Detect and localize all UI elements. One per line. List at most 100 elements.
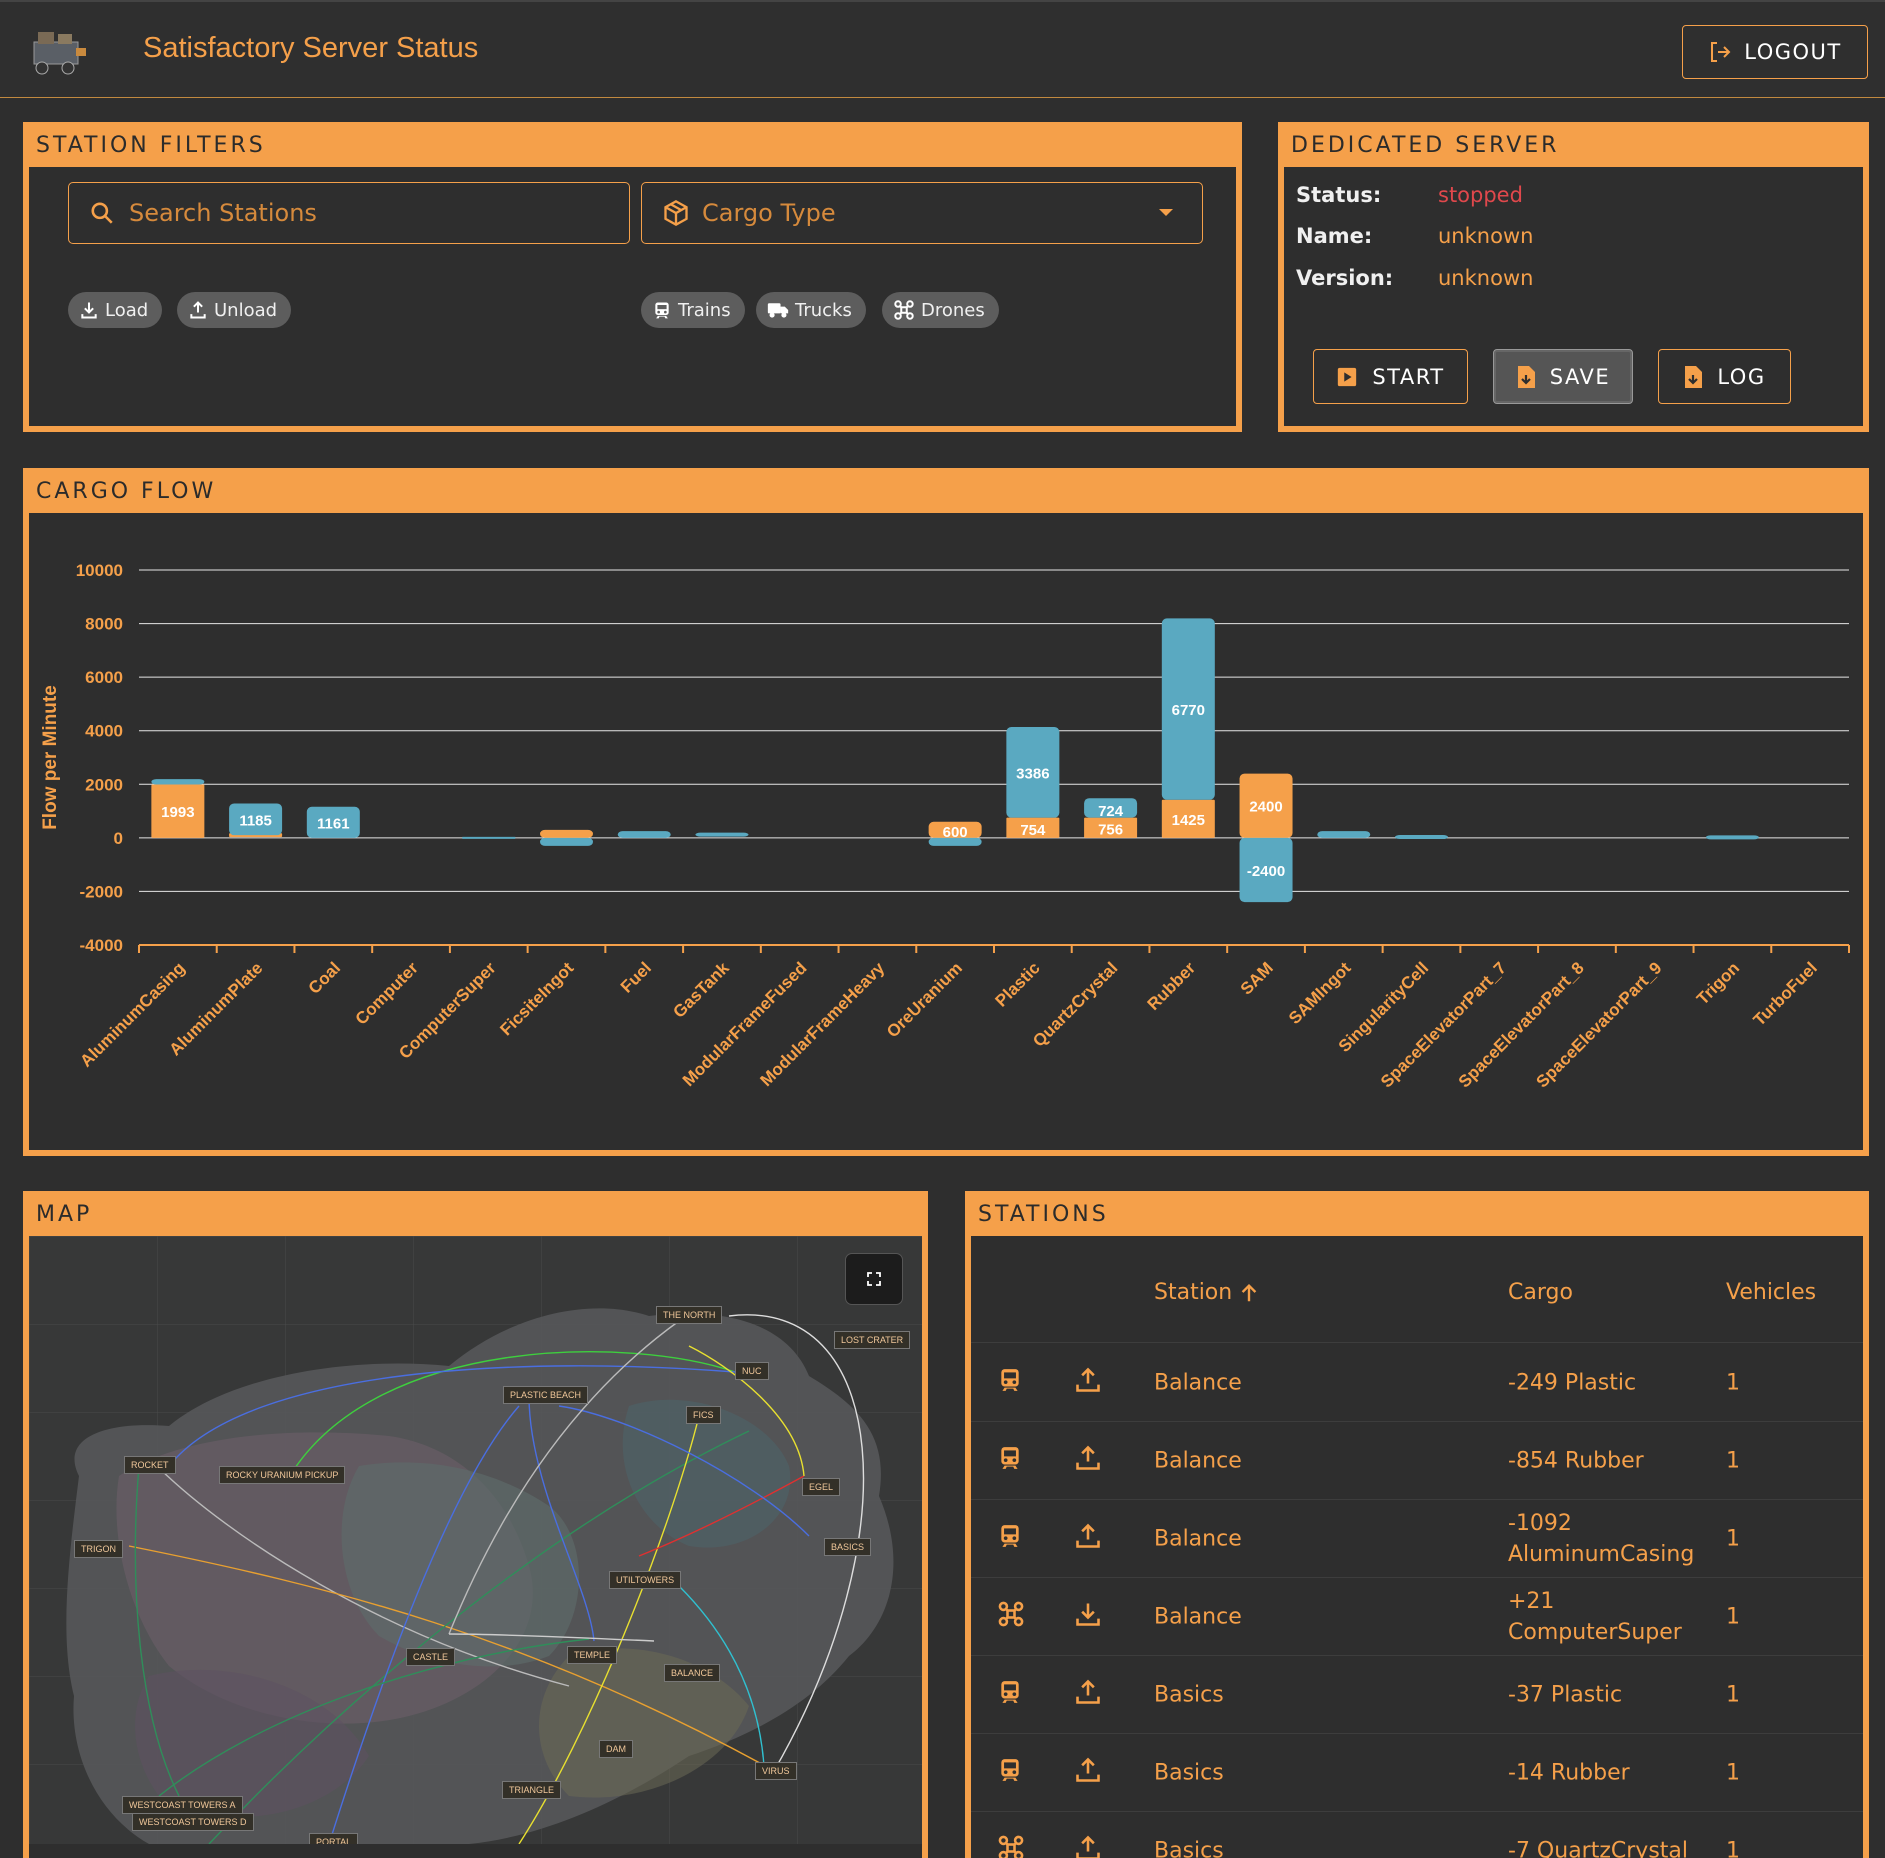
logout-button[interactable]: LOGOUT [1682, 25, 1868, 79]
train-icon [997, 1445, 1023, 1477]
map-location[interactable]: CASTLE [406, 1648, 456, 1666]
trucks-filter-chip[interactable]: Trucks [756, 292, 866, 328]
train-icon [997, 1523, 1023, 1555]
x-tick-label: Rubber [1144, 958, 1200, 1014]
map-location[interactable]: ROCKY URANIUM PICKUP [219, 1466, 346, 1484]
y-tick-label: -4000 [80, 936, 123, 955]
start-button[interactable]: START [1313, 349, 1468, 404]
station-cargo: -37 Plastic [1508, 1682, 1623, 1707]
map-location[interactable]: TEMPLE [567, 1646, 618, 1664]
station-name: Balance [1154, 1370, 1242, 1395]
search-placeholder: Search Stations [129, 199, 317, 227]
vehicles-column-header[interactable]: Vehicles [1726, 1280, 1816, 1305]
version-value: unknown [1438, 266, 1534, 290]
logout-label: LOGOUT [1744, 40, 1842, 64]
cargo-flow-title: CARGO FLOW [36, 479, 217, 504]
trucks-chip-label: Trucks [795, 299, 852, 321]
map-location[interactable]: ROCKET [124, 1456, 176, 1474]
station-cargo: -1092 AluminumCasing [1508, 1510, 1695, 1567]
map-location[interactable]: NUC [735, 1362, 769, 1380]
map-location[interactable]: LOST CRATER [834, 1331, 911, 1349]
cargo-flow-panel: CARGO FLOW 10000 8000 6000 4000 2000 0 -2000 -4… [23, 468, 1869, 1156]
map-location[interactable]: VIRUS [755, 1762, 797, 1780]
map-location[interactable]: EGEL [802, 1478, 841, 1496]
station-filters-title: STATION FILTERS [36, 133, 266, 158]
y-tick-label: 6000 [85, 668, 123, 687]
station-name: Balance [1154, 1448, 1242, 1473]
chart-bar [462, 836, 516, 839]
chart-bar [1395, 835, 1448, 840]
table-row[interactable]: Balance -854 Rubber 1 [971, 1422, 1863, 1500]
y-tick-label: 10000 [76, 561, 123, 580]
logout-icon [1711, 42, 1731, 62]
unload-icon [1074, 1834, 1102, 1858]
app-title: Satisfactory Server Status [143, 32, 479, 64]
table-row[interactable]: Balance -249 Plastic 1 [971, 1344, 1863, 1422]
map-location[interactable]: BALANCE [664, 1664, 721, 1682]
log-file-icon [1685, 365, 1703, 388]
unload-icon [1074, 1678, 1102, 1712]
station-vehicles: 1 [1726, 1838, 1740, 1858]
data-label: 724 [1098, 803, 1124, 820]
status-label: Status: [1296, 183, 1382, 207]
table-row[interactable]: Basics -7 QuartzCrystal 1 [971, 1812, 1863, 1858]
server-name-row: Name: unknown [1296, 224, 1533, 248]
station-cargo: -249 Plastic [1508, 1370, 1637, 1395]
map-location[interactable]: PLASTIC BEACH [503, 1386, 589, 1404]
y-axis-label: Flow per Minute [40, 685, 61, 830]
x-tick-label: SpaceElevatorPart_7 [1377, 958, 1510, 1091]
map-location[interactable]: THE NORTH [656, 1306, 723, 1324]
dedicated-server-panel: DEDICATED SERVER Status: stopped Name: u… [1278, 122, 1869, 432]
x-tick-label: SpaceElevatorPart_8 [1455, 958, 1588, 1091]
table-row[interactable]: Basics -14 Rubber 1 [971, 1734, 1863, 1812]
fullscreen-button[interactable] [845, 1253, 903, 1305]
log-button[interactable]: LOG [1658, 349, 1791, 404]
station-cargo: +21 ComputerSuper [1508, 1588, 1682, 1645]
load-filter-chip[interactable]: Load [68, 292, 163, 328]
y-tick-label: 2000 [85, 775, 123, 794]
map-location[interactable]: DAM [599, 1740, 633, 1758]
table-row[interactable]: Balance +21 ComputerSuper 1 [971, 1578, 1863, 1656]
satisfactory-world-map[interactable]: THE NORTH LOST CRATER NUC PLASTIC BEACH … [29, 1236, 922, 1844]
x-tick-label: TurboFuel [1750, 958, 1821, 1029]
station-vehicles: 1 [1726, 1760, 1740, 1785]
y-tick-label: 4000 [85, 722, 123, 741]
map-location[interactable]: WESTCOAST TOWERS A [122, 1796, 243, 1814]
station-cargo: -14 Rubber [1508, 1760, 1630, 1785]
data-label: 1993 [161, 804, 194, 821]
table-row[interactable]: Basics -37 Plastic 1 [971, 1656, 1863, 1734]
unload-icon [1074, 1756, 1102, 1790]
x-tick-label: SAM [1237, 958, 1277, 998]
map-location[interactable]: FICS [686, 1406, 721, 1424]
map-location[interactable]: PORTAL [309, 1833, 359, 1844]
chart-bar [695, 832, 749, 837]
map-location[interactable]: TRIANGLE [502, 1781, 562, 1799]
chart-bar [1705, 835, 1759, 840]
station-cargo: -7 QuartzCrystal [1508, 1838, 1688, 1858]
map-location[interactable]: TRIGON [74, 1540, 123, 1558]
data-label: 3386 [1016, 765, 1049, 782]
station-name: Basics [1154, 1838, 1224, 1858]
train-icon [997, 1757, 1023, 1789]
save-button[interactable]: SAVE [1493, 349, 1633, 404]
station-vehicles: 1 [1726, 1448, 1740, 1473]
map-location[interactable]: BASICS [824, 1538, 872, 1556]
table-row[interactable]: Balance -1092 AluminumCasing 1 [971, 1500, 1863, 1578]
train-icon [997, 1679, 1023, 1711]
unload-filter-chip[interactable]: Unload [177, 292, 292, 328]
x-tick-label: AluminumCasing [76, 958, 188, 1070]
chart-bar [540, 837, 593, 846]
station-vehicles: 1 [1726, 1682, 1740, 1707]
play-icon [1338, 367, 1357, 386]
map-location[interactable]: UTILTOWERS [609, 1571, 682, 1589]
trains-filter-chip[interactable]: Trains [641, 292, 745, 328]
x-tick-label: Fuel [617, 958, 655, 996]
station-vehicles: 1 [1726, 1604, 1740, 1629]
cargo-type-select[interactable]: Cargo Type [641, 182, 1203, 244]
cargo-column-header[interactable]: Cargo [1508, 1280, 1573, 1305]
search-stations-input[interactable]: Search Stations [68, 182, 630, 244]
map-location[interactable]: WESTCOAST TOWERS D [132, 1813, 254, 1831]
station-column-header[interactable]: Station [1154, 1280, 1260, 1305]
drones-filter-chip[interactable]: Drones [882, 292, 999, 328]
app-header: Satisfactory Server Status LOGOUT [0, 0, 1885, 98]
